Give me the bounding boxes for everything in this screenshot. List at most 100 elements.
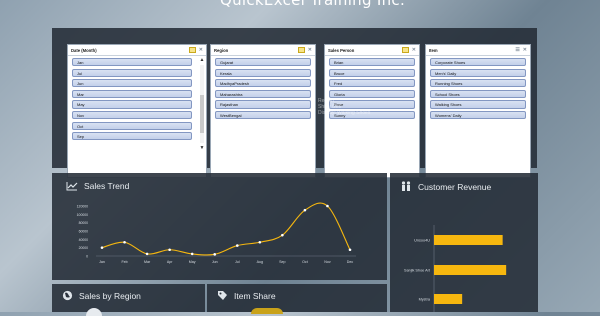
slicer-item[interactable]: Jan	[72, 58, 192, 67]
x-tick-label: May	[189, 260, 196, 264]
series-line	[101, 202, 351, 256]
slicer-item-filter: Item ☰ ✕ Corporate Shoes Men's' Daily Run…	[425, 44, 531, 178]
slicer-item[interactable]: Bruce	[329, 68, 415, 77]
x-tick-label: Dec	[347, 260, 354, 264]
panel-title: Item Share	[234, 290, 276, 301]
customer-revenue-chart: Unsoo4U Sanjik Shoe Art Mystra	[404, 225, 507, 312]
tooltip-line: Display: Walking Shoes	[318, 110, 371, 116]
x-tick-label: Mar	[144, 260, 151, 264]
slicer-item[interactable]: May	[72, 100, 192, 109]
slicer-header: Sales Person ✕	[325, 45, 419, 56]
slicer-item[interactable]: Oct	[72, 121, 192, 130]
slicer-title: Date (Month)	[71, 47, 97, 53]
slicer-item[interactable]: Mar	[72, 89, 192, 99]
sales-trend-panel: Sales Trend 0 20000 40000 60000 80000 100000 1…	[52, 173, 387, 280]
x-tick-label: Nov	[324, 260, 331, 264]
sales-by-region-panel: Sales by Region	[52, 284, 205, 316]
x-tick-label: Jun	[212, 260, 218, 264]
x-tick-label: Sep	[279, 260, 285, 264]
x-tick-label: Apr	[167, 260, 173, 264]
panel-header: Sales by Region	[62, 290, 141, 301]
slicer-item-list: Gujarat Kerala MadhyaPradesh Maharashtra…	[211, 56, 315, 120]
data-point	[235, 244, 239, 247]
data-point	[348, 248, 352, 252]
slicer-scrollbar[interactable]: ▲ ▼	[199, 57, 205, 151]
slicer-item[interactable]: Corporate Shoes	[430, 58, 526, 67]
y-tick-label: 100000	[77, 213, 88, 217]
slicer-item[interactable]: Walking Shoes	[430, 100, 526, 109]
revenue-bar	[434, 265, 507, 275]
clear-filter-icon[interactable]: ✕	[523, 47, 527, 53]
slicer-item[interactable]: Brian	[329, 58, 415, 67]
pie-chart-fragment	[251, 308, 283, 314]
slicer-item[interactable]: Womens' Daily	[430, 110, 526, 120]
multi-select-icon[interactable]	[188, 47, 196, 53]
multi-select-icon[interactable]	[297, 47, 305, 53]
slicer-header: Date (Month) ✕	[68, 45, 206, 56]
slicer-item[interactable]: Sep	[72, 132, 192, 141]
scroll-thumb[interactable]	[200, 95, 204, 133]
slicer-item-list: Corporate Shoes Men's' Daily Running Sho…	[426, 56, 530, 120]
x-tick-label: Oct	[302, 260, 308, 264]
scroll-up-icon[interactable]: ▲	[199, 57, 205, 63]
data-point	[100, 246, 104, 249]
slicer-item[interactable]: Running Shoes	[430, 79, 526, 88]
globe-icon	[62, 290, 73, 301]
slicer-date-month: Date (Month) ✕ Jan Jul Jun Mar May Nov O…	[67, 44, 207, 178]
y-tick-label: 20000	[79, 246, 89, 250]
slicer-title: Sales Person	[328, 47, 355, 53]
hover-tooltip: Region Shiny Gell Display: Walking Shoes	[318, 98, 370, 116]
slicer-header: Region ✕	[211, 45, 315, 56]
sales-trend-chart: 0 20000 40000 60000 80000 100000 120000 Jan Feb M…	[77, 202, 356, 264]
data-point	[213, 253, 217, 256]
scroll-track[interactable]	[200, 65, 204, 143]
slicer-panel: Date (Month) ✕ Jan Jul Jun Mar May Nov O…	[52, 28, 537, 178]
revenue-bar	[434, 294, 463, 304]
revenue-bar	[434, 235, 503, 245]
clear-filter-icon[interactable]: ✕	[308, 47, 312, 53]
slicer-item[interactable]: Gujarat	[215, 58, 311, 67]
slicer-item[interactable]: Nov	[72, 110, 192, 120]
slicer-item[interactable]: Maharashtra	[215, 89, 311, 99]
clear-filter-icon[interactable]: ✕	[199, 47, 203, 53]
y-tick-label: 40000	[79, 238, 89, 242]
slicer-item[interactable]: Rajasthan	[215, 100, 311, 109]
slicer-item[interactable]: Jun	[72, 79, 192, 88]
data-point	[281, 233, 284, 237]
slicer-item[interactable]: Jul	[72, 68, 192, 77]
multi-select-icon[interactable]	[401, 47, 409, 53]
category-label: Unsoo4U	[414, 239, 430, 243]
scroll-down-icon[interactable]: ▼	[199, 145, 205, 151]
slicer-title: Item	[429, 47, 438, 53]
x-tick-label: Aug	[257, 260, 263, 264]
data-point	[168, 248, 171, 252]
y-tick-label: 120000	[77, 205, 88, 209]
tag-icon	[218, 291, 227, 300]
data-point	[190, 252, 194, 256]
slicer-item[interactable]: Men's' Daily	[430, 68, 526, 77]
slicer-item[interactable]: Kerala	[215, 68, 311, 77]
data-point	[303, 208, 307, 212]
slicer-item[interactable]: WestBengal	[215, 110, 311, 120]
slicer-item[interactable]: MadhyaPradesh	[215, 79, 311, 88]
x-tick-label: Jan	[99, 260, 105, 264]
region-map-fragment	[86, 308, 102, 316]
data-point	[326, 204, 329, 208]
panel-header: Item Share	[217, 290, 276, 301]
data-point	[258, 240, 262, 244]
slicer-item[interactable]: Fred	[329, 79, 415, 88]
y-tick-label: 60000	[79, 230, 89, 234]
slicer-item[interactable]: Gloria	[329, 89, 415, 99]
data-point	[123, 240, 126, 244]
category-label: Sanjik Shoe Art	[404, 269, 431, 273]
customer-revenue-panel: Customer Revenue Unsoo4U Sanjik Shoe Art M…	[390, 173, 538, 312]
y-tick-label: 80000	[79, 221, 89, 225]
multi-select-icon[interactable]: ☰	[515, 47, 519, 53]
slicer-item-list: Jan Jul Jun Mar May Nov Oct Sep	[68, 56, 206, 141]
slicer-header: Item ☰ ✕	[426, 45, 530, 56]
data-point	[145, 252, 149, 256]
slicer-title: Region	[214, 47, 229, 53]
x-tick-label: Feb	[121, 260, 127, 264]
slicer-item[interactable]: School Shoes	[430, 89, 526, 99]
clear-filter-icon[interactable]: ✕	[412, 47, 416, 53]
